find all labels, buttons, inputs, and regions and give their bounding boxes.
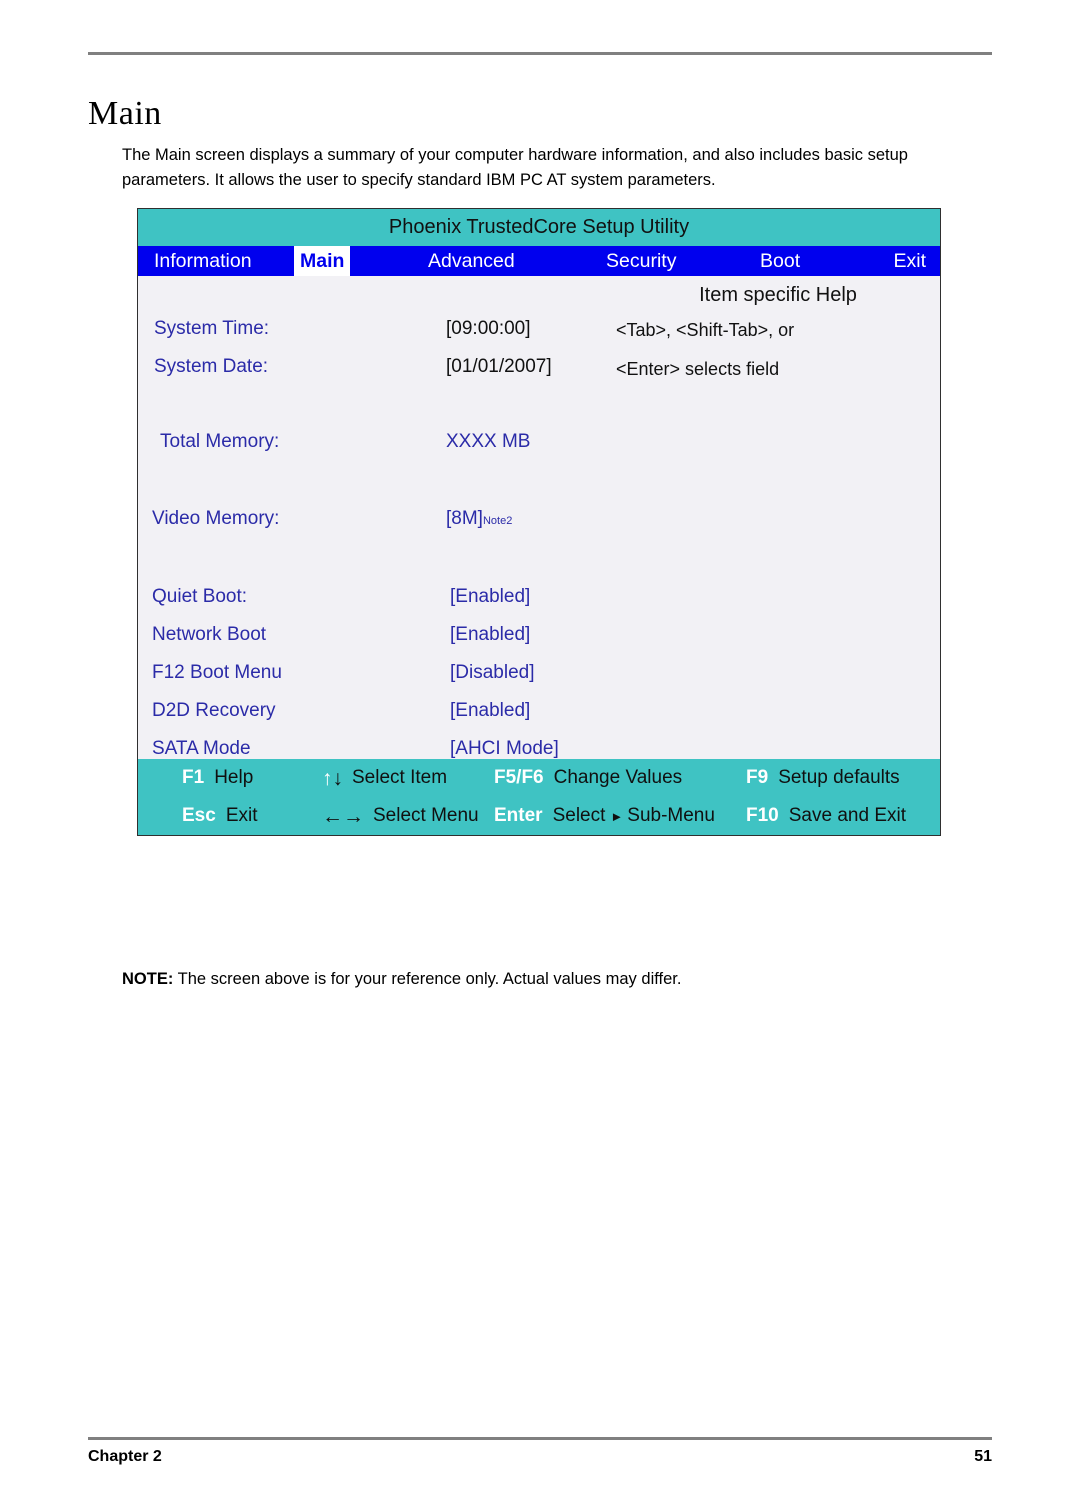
bios-menu-bar: Information Main Advanced Security Boot … (138, 246, 940, 276)
field-value-sata-mode[interactable]: [AHCI Mode] (450, 738, 559, 760)
field-label-video-memory: Video Memory: (152, 508, 280, 529)
field-label-quiet-boot: Quiet Boot: (152, 586, 248, 607)
reference-note-text: The screen above is for your reference o… (173, 969, 682, 988)
field-label-system-date: System Date: (154, 356, 269, 377)
key-desc-setup-defaults: Setup defaults (778, 767, 900, 788)
key-desc-select-item: Select Item (352, 767, 448, 788)
key-label-f1: F1 (182, 767, 205, 788)
key-desc-select: Select (552, 805, 606, 826)
key-label-f10: F10 (746, 805, 779, 826)
key-legend-f1-help[interactable]: F1 Help (182, 759, 253, 797)
key-label-enter: Enter (494, 805, 543, 826)
field-value-total-memory: XXXX MB (446, 431, 531, 452)
key-legend-esc-exit[interactable]: Esc Exit (182, 797, 258, 835)
key-desc-sub-menu: Sub-Menu (627, 805, 715, 826)
intro-paragraph: The Main screen displays a summary of yo… (122, 145, 908, 189)
field-label-network-boot: Network Boot (152, 624, 267, 645)
bios-content-area: Item specific Help <Tab>, <Shift-Tab>, o… (138, 276, 940, 759)
key-legend-f10-save-and-exit[interactable]: F10 Save and Exit (746, 797, 906, 835)
menu-item-security[interactable]: Security (600, 246, 682, 276)
field-value-video-memory-text: [8M] (446, 508, 483, 529)
key-legend-updown-select-item[interactable]: ↑↓ Select Item (322, 759, 447, 797)
footer-chapter-label: Chapter 2 (88, 1448, 162, 1465)
key-desc-select-menu: Select Menu (373, 805, 479, 826)
arrow-up-down-icon: ↑↓ (322, 766, 343, 790)
key-desc-help: Help (214, 767, 254, 788)
key-legend-f9-setup-defaults[interactable]: F9 Setup defaults (746, 759, 900, 797)
page-bottom-rule (88, 1437, 992, 1440)
page-title: Main (88, 94, 162, 132)
key-desc-exit: Exit (225, 805, 258, 826)
menu-item-exit[interactable]: Exit (887, 246, 932, 276)
field-value-network-boot[interactable]: [Enabled] (450, 624, 530, 646)
submenu-triangle-icon: ► (610, 808, 624, 824)
bios-title-text: Phoenix TrustedCore Setup Utility (388, 216, 690, 238)
menu-item-information[interactable]: Information (148, 246, 258, 276)
field-label-d2d-recovery: D2D Recovery (152, 700, 276, 721)
item-specific-help-line-2: <Enter> selects field (616, 359, 780, 379)
arrow-left-right-icon: ←→ (322, 804, 364, 828)
bios-title-bar: Phoenix TrustedCore Setup Utility (138, 209, 940, 246)
reference-note-prefix: NOTE: (122, 969, 174, 988)
field-value-d2d-recovery[interactable]: [Enabled] (450, 700, 530, 722)
footer-page-number: 51 (974, 1448, 992, 1465)
field-label-system-time: System Time: (154, 318, 270, 339)
field-value-f12-boot-menu[interactable]: [Disabled] (450, 662, 535, 684)
field-value-video-memory[interactable]: [8M]Note2 (446, 508, 512, 530)
key-label-f9: F9 (746, 767, 769, 788)
bios-key-legend-bar: F1 Help ↑↓ Select Item F5/F6 Change Valu… (138, 759, 940, 835)
menu-item-boot[interactable]: Boot (754, 246, 806, 276)
field-value-system-time[interactable]: [09:00:00] (446, 318, 531, 340)
bios-setup-screenshot: Phoenix TrustedCore Setup Utility Inform… (137, 208, 941, 836)
key-label-esc: Esc (182, 805, 216, 826)
key-label-f5-f6: F5/F6 (494, 767, 544, 788)
menu-item-main[interactable]: Main (294, 246, 351, 276)
key-legend-row-2: Esc Exit ←→ Select Menu Enter Select ► S… (138, 797, 940, 835)
field-value-quiet-boot[interactable]: [Enabled] (450, 586, 530, 608)
reference-note: NOTE: The screen above is for your refer… (122, 967, 982, 991)
menu-item-advanced[interactable]: Advanced (422, 246, 521, 276)
key-desc-save-and-exit: Save and Exit (788, 805, 906, 826)
item-specific-help-title: Item specific Help (699, 284, 857, 306)
field-label-total-memory: Total Memory: (160, 431, 280, 452)
key-legend-f5f6-change-values[interactable]: F5/F6 Change Values (494, 759, 682, 797)
field-label-sata-mode: SATA Mode (152, 738, 251, 759)
page-top-rule (88, 52, 992, 55)
item-specific-help-line-1: <Tab>, <Shift-Tab>, or (616, 320, 795, 340)
key-legend-row-1: F1 Help ↑↓ Select Item F5/F6 Change Valu… (138, 759, 940, 797)
field-value-video-memory-note: Note2 (482, 515, 513, 527)
field-value-system-date[interactable]: [01/01/2007] (446, 356, 552, 378)
key-legend-leftright-select-menu[interactable]: ←→ Select Menu (322, 797, 479, 835)
key-desc-change-values: Change Values (553, 767, 683, 788)
key-legend-enter-select-submenu[interactable]: Enter Select ► Sub-Menu (494, 797, 715, 835)
field-label-f12-boot-menu: F12 Boot Menu (152, 662, 282, 683)
